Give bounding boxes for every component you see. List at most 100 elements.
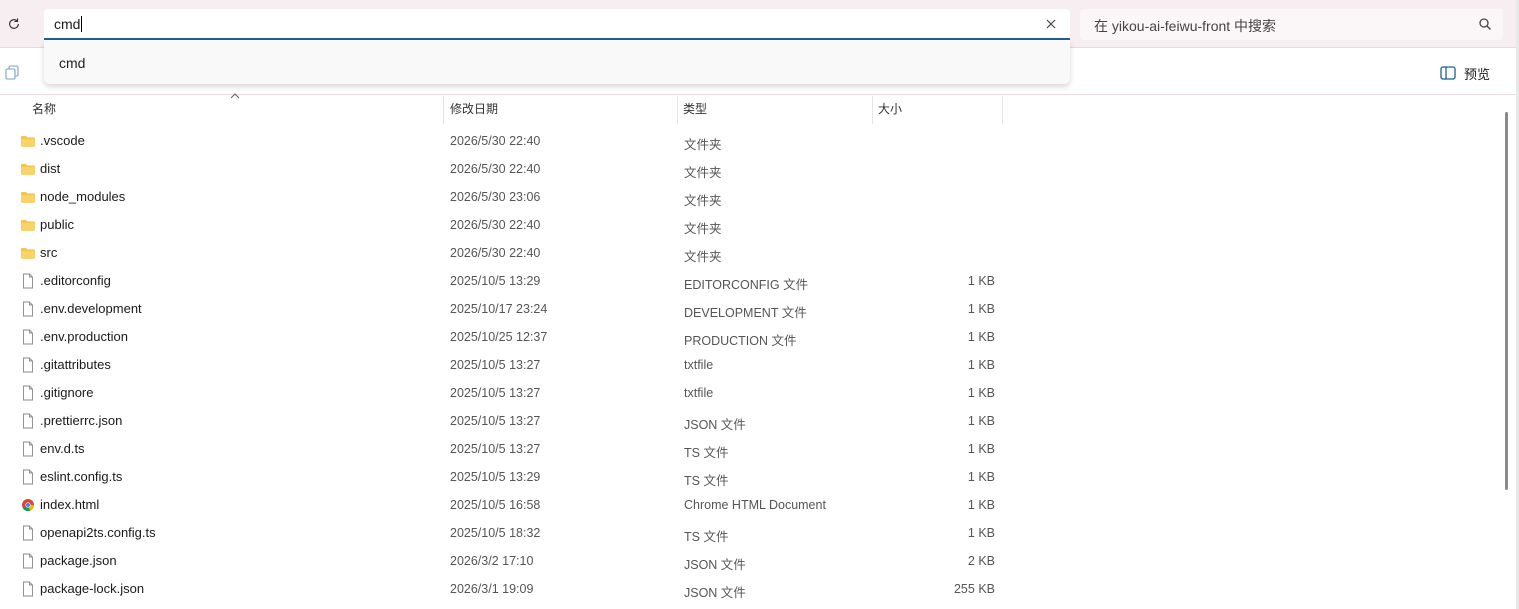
file-name: eslint.config.ts [40,469,123,484]
file-date: 2026/5/30 22:40 [450,162,541,176]
file-row[interactable]: .vscode 2026/5/30 22:40 文件夹 [0,127,1500,155]
address-value: cmd [54,16,81,32]
file-type: 文件夹 [684,222,722,236]
file-date: 2026/5/30 22:40 [450,218,541,232]
file-name: .vscode [40,133,85,148]
preview-label: 预览 [1464,66,1491,82]
file-type: TS 文件 [684,530,729,544]
file-date: 2026/3/1 19:09 [450,582,534,596]
file-date: 2025/10/5 13:29 [450,274,541,288]
address-suggestions-dropdown: cmd [44,40,1070,84]
file-type: TS 文件 [684,474,729,488]
file-type: 文件夹 [684,194,722,208]
file-row[interactable]: package.json 2026/3/2 17:10 JSON 文件 2 KB [0,547,1500,575]
file-date: 2025/10/17 23:24 [450,302,548,316]
refresh-icon [9,18,19,29]
file-row[interactable]: package-lock.json 2026/3/1 19:09 JSON 文件 25… [0,575,1500,603]
file-size: 1 KB [967,302,995,316]
suggestion-item[interactable]: cmd [59,55,85,71]
file-size: 1 KB [967,330,995,344]
file-row[interactable]: index.html 2025/10/5 16:58 Chrome HTML Doc… [0,491,1500,519]
text-caret [81,16,83,32]
file-name: env.d.ts [40,441,85,456]
file-size: 1 KB [967,470,995,484]
search-box[interactable]: 在 yikou-ai-feiwu-front 中搜索 [1080,9,1503,40]
refresh-button[interactable] [2,12,26,36]
preview-pane-icon [1440,66,1456,80]
column-header-name[interactable]: 名称 [26,96,442,124]
file-type: JSON 文件 [684,418,746,432]
file-name: .env.development [40,301,142,316]
file-icon [20,385,36,401]
file-name: package-lock.json [40,581,145,596]
file-row[interactable]: .env.development 2025/10/17 23:24 DEVELOPM… [0,295,1500,323]
copy-icon[interactable] [4,64,20,80]
file-date: 2025/10/5 13:27 [450,358,541,372]
close-icon [1046,19,1056,29]
file-size: 1 KB [967,274,995,288]
file-type: DEVELOPMENT 文件 [684,306,807,320]
scrollbar-thumb[interactable] [1505,112,1508,490]
clear-button[interactable] [1042,15,1060,33]
file-row[interactable]: env.d.ts 2025/10/5 13:27 TS 文件 1 KB [0,435,1500,463]
file-date: 2025/10/5 13:27 [450,414,541,428]
folder-icon [20,133,36,149]
file-date: 2025/10/5 13:29 [450,470,541,484]
file-name: node_modules [40,189,126,204]
file-date: 2025/10/5 13:27 [450,386,541,400]
file-type: txtfile [684,358,714,372]
file-row[interactable]: node_modules 2026/5/30 23:06 文件夹 [0,183,1500,211]
file-date: 2026/5/30 22:40 [450,246,541,260]
file-date: 2025/10/5 18:32 [450,526,541,540]
file-name: .env.production [40,329,128,344]
address-input[interactable]: cmd [44,9,1070,40]
file-type: 文件夹 [684,138,722,152]
folder-icon [20,245,36,261]
file-date: 2026/5/30 22:40 [450,134,541,148]
file-date: 2025/10/5 16:58 [450,498,541,512]
file-row[interactable]: src 2026/5/30 22:40 文件夹 [0,239,1500,267]
folder-icon [20,161,36,177]
file-type: 文件夹 [684,166,722,180]
file-row[interactable]: public 2026/5/30 22:40 文件夹 [0,211,1500,239]
column-header-size[interactable]: 大小 [872,96,1000,124]
column-divider[interactable] [1002,96,1003,124]
file-row[interactable]: dist 2026/5/30 22:40 文件夹 [0,155,1500,183]
file-type: PRODUCTION 文件 [684,334,797,348]
file-size: 1 KB [967,442,995,456]
file-type: JSON 文件 [684,558,746,572]
file-icon [20,273,36,289]
file-row[interactable]: .gitignore 2025/10/5 13:27 txtfile 1 KB [0,379,1500,407]
file-row[interactable]: .gitattributes 2025/10/5 13:27 txtfile 1 KB [0,351,1500,379]
file-row[interactable]: .env.production 2025/10/25 12:37 PRODUCTIO… [0,323,1500,351]
file-size: 1 KB [967,526,995,540]
file-size: 1 KB [967,358,995,372]
file-icon [20,469,36,485]
file-size: 1 KB [967,498,995,512]
file-row[interactable]: eslint.config.ts 2025/10/5 13:29 TS 文件 1 KB [0,463,1500,491]
file-row[interactable]: openapi2ts.config.ts 2025/10/5 18:32 TS 文件… [0,519,1500,547]
file-icon [20,413,36,429]
preview-button[interactable]: 预览 [1440,63,1490,83]
file-icon [20,357,36,373]
column-headers: 名称 修改日期 类型 大小 [0,93,1505,124]
file-date: 2026/3/2 17:10 [450,554,534,568]
file-icon [20,581,36,597]
file-name: .gitattributes [40,357,111,372]
chrome-icon [20,497,36,513]
file-type: 文件夹 [684,250,722,264]
column-header-type[interactable]: 类型 [677,96,871,124]
file-row[interactable]: .prettierrc.json 2025/10/5 13:27 JSON 文件 1 … [0,407,1500,435]
file-icon [20,441,36,457]
file-name: index.html [40,497,100,512]
file-icon [20,329,36,345]
file-name: openapi2ts.config.ts [40,525,156,540]
file-row[interactable]: .editorconfig 2025/10/5 13:29 EDITORCONFIG… [0,267,1500,295]
search-placeholder: 在 yikou-ai-feiwu-front 中搜索 [1094,18,1277,34]
column-header-date[interactable]: 修改日期 [444,96,676,124]
file-name: src [40,245,58,260]
file-icon [20,553,36,569]
file-name: package.json [40,553,117,568]
file-date: 2025/10/25 12:37 [450,330,548,344]
file-name: .editorconfig [40,273,111,288]
